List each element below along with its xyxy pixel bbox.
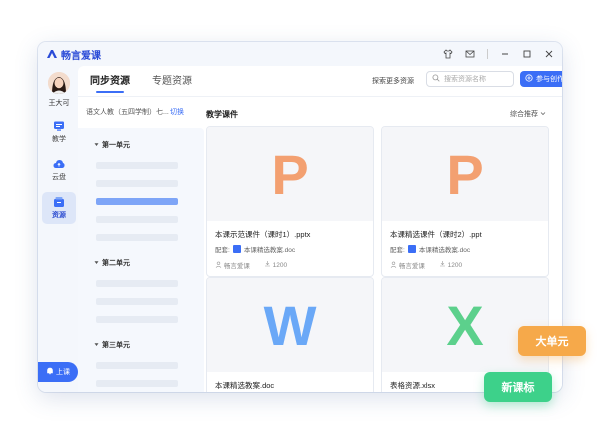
section-title: 教学课件 [206, 110, 238, 119]
card-meta: 畅言爱课 1200 [207, 254, 373, 276]
bell-icon [46, 367, 54, 377]
titlebar-divider [487, 49, 488, 59]
lesson-item[interactable] [96, 162, 178, 169]
card-thumbnail: P [207, 127, 373, 221]
unit-item-3[interactable]: 第三单元 [94, 340, 130, 350]
resource-card[interactable]: W 本课精选教案.doc [206, 277, 374, 392]
sidebar-item-label: 云盘 [52, 174, 66, 181]
window-controls [443, 49, 554, 59]
resource-card[interactable]: P 本课精选课件（课时2）.ppt 配套: 本课精选教案.doc 畅言爱课 12… [381, 126, 549, 277]
unit-item-2[interactable]: 第二单元 [94, 258, 130, 268]
card-companion: 配套: 本课精选教案.doc [382, 240, 548, 254]
lesson-item[interactable] [96, 362, 178, 369]
tag-new-curriculum: 新课标 [484, 372, 552, 402]
teach-icon [53, 120, 65, 132]
lesson-item[interactable] [96, 280, 178, 287]
title-bar: 畅言爱课 [38, 42, 562, 66]
unit-label: 第一单元 [102, 142, 130, 149]
resource-tabs: 同步资源 专题资源 [90, 72, 192, 93]
explore-more-link[interactable]: 探索更多资源 [372, 76, 414, 86]
ppt-file-icon: P [446, 142, 484, 206]
switch-edition-link[interactable]: 切换 [170, 107, 184, 117]
lesson-item[interactable] [96, 298, 178, 305]
caret-down-icon [94, 260, 99, 267]
app-window: 畅言爱课 王大可 教学 云盘 资源 上课 同步资源 专题资源 探索更多资源 搜索… [38, 42, 562, 392]
card-thumbnail: W [207, 278, 373, 372]
tab-topic-resources[interactable]: 专题资源 [152, 72, 192, 93]
resource-icon [53, 196, 65, 208]
card-companion: 配套: 本课精选教案.doc [207, 240, 373, 254]
download-count: 1200 [264, 260, 287, 270]
card-thumbnail: X [382, 278, 548, 372]
tag-big-unit: 大单元 [518, 326, 586, 356]
doc-icon [232, 245, 241, 253]
avatar[interactable] [48, 72, 70, 94]
sidebar-item-resource[interactable]: 资源 [42, 192, 76, 224]
card-title: 本课示范课件（课时1）.pptx [215, 230, 311, 239]
doc-icon [407, 245, 416, 253]
textbook-edition: 语文人教（五四学制）七... [86, 109, 169, 116]
search-input[interactable]: 搜索资源名称 [426, 71, 514, 87]
join-creation-button[interactable]: 参与创作＋计划 [520, 71, 562, 87]
unit-tree: 第一单元 第二单元 第三单元 [78, 128, 204, 392]
sort-label: 综合推荐 [510, 111, 538, 118]
unit-item-1[interactable]: 第一单元 [94, 140, 130, 150]
lesson-item-selected[interactable] [96, 198, 178, 205]
join-icon [525, 74, 533, 84]
lesson-item[interactable] [96, 216, 178, 223]
companion-doc-link[interactable]: 本课精选教案.doc [419, 244, 470, 254]
join-label: 参与创作＋计划 [536, 76, 562, 83]
sidebar-item-teach[interactable]: 教学 [42, 116, 76, 148]
ppt-file-icon: P [271, 142, 309, 206]
card-meta: 畅言爱课 1200 [382, 254, 548, 276]
close-icon[interactable] [544, 49, 554, 59]
card-title: 本课精选课件（课时2）.ppt [390, 230, 482, 239]
sidebar: 王大可 教学 云盘 资源 上课 [38, 66, 78, 392]
lesson-item[interactable] [96, 234, 178, 241]
maximize-icon[interactable] [522, 49, 532, 59]
stage: 畅言爱课 王大可 教学 云盘 资源 上课 同步资源 专题资源 探索更多资源 搜索… [0, 0, 600, 435]
resource-card[interactable]: P 本课示范课件（课时1）.pptx 配套: 本课精选教案.doc 畅言爱课 1… [206, 126, 374, 277]
user-name: 王大可 [48, 100, 70, 107]
lesson-item[interactable] [96, 380, 178, 387]
start-class-button[interactable]: 上课 [38, 362, 78, 382]
cloud-icon [53, 158, 65, 170]
word-file-icon: W [263, 293, 317, 357]
minimize-icon[interactable] [500, 49, 510, 59]
chevron-down-icon [540, 111, 546, 118]
sidebar-item-label: 教学 [52, 136, 66, 143]
card-title: 本课精选教案.doc [215, 381, 275, 390]
sort-dropdown[interactable]: 综合推荐 [510, 109, 546, 119]
unit-label: 第二单元 [102, 260, 130, 267]
sidebar-item-cloud[interactable]: 云盘 [42, 154, 76, 186]
search-icon [432, 74, 440, 84]
lesson-item[interactable] [96, 316, 178, 323]
sidebar-item-label: 资源 [52, 212, 66, 219]
app-name: 畅言爱课 [61, 50, 101, 62]
author: 畅言爱课 [390, 260, 425, 270]
caret-down-icon [94, 342, 99, 349]
lesson-item[interactable] [96, 180, 178, 187]
mail-icon[interactable] [465, 49, 475, 59]
logo-icon [46, 49, 58, 59]
author: 畅言爱课 [215, 260, 250, 270]
caret-down-icon [94, 142, 99, 149]
start-class-label: 上课 [56, 369, 70, 376]
app-logo: 畅言爱课 [46, 47, 101, 62]
search-placeholder: 搜索资源名称 [444, 76, 486, 83]
tab-sync-resources[interactable]: 同步资源 [90, 72, 130, 93]
unit-label: 第三单元 [102, 342, 130, 349]
companion-doc-link[interactable]: 本课精选教案.doc [244, 244, 295, 254]
shirt-icon[interactable] [443, 49, 453, 59]
card-thumbnail: P [382, 127, 548, 221]
download-count: 1200 [439, 260, 462, 270]
excel-file-icon: X [446, 293, 484, 357]
